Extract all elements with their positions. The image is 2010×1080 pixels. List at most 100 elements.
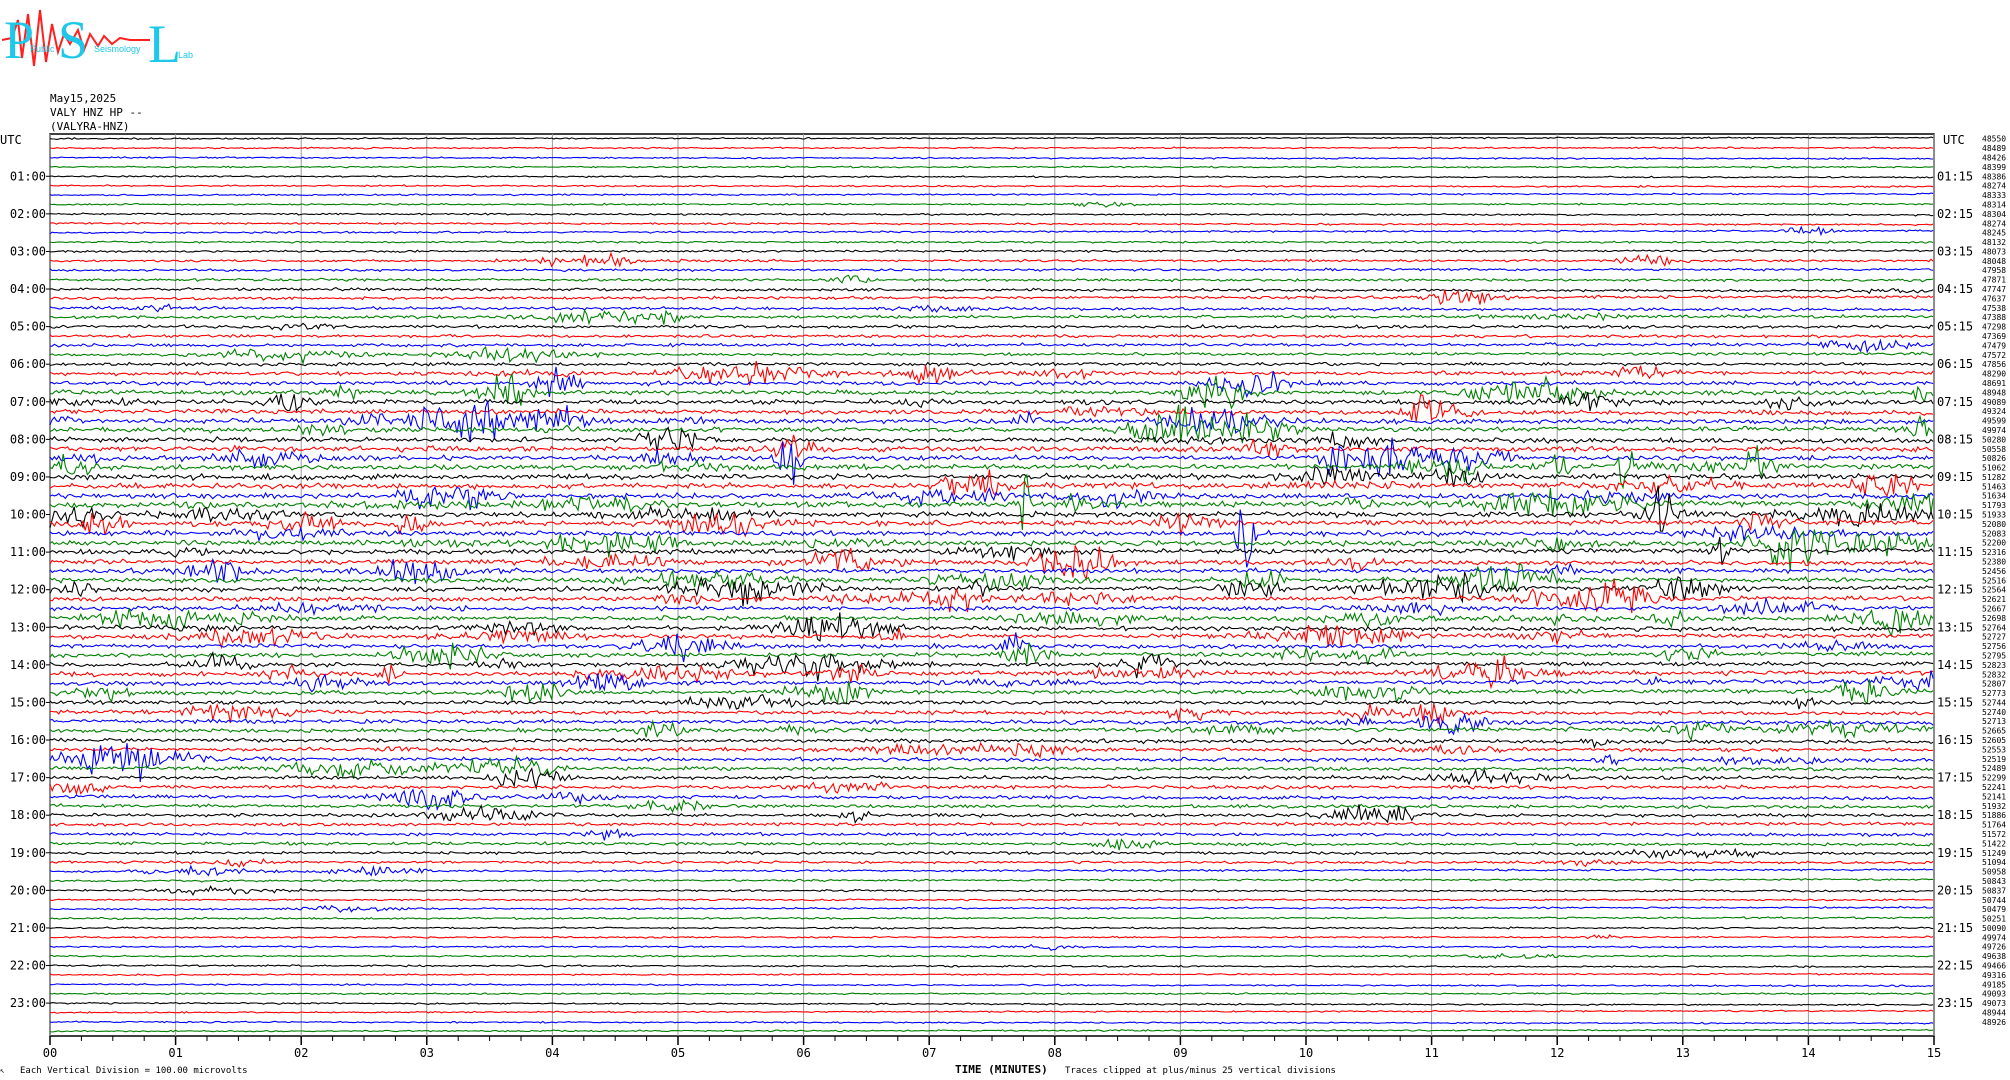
trace-value-label: 52519 (1982, 755, 2006, 764)
trace-value-label: 51463 (1982, 482, 2006, 491)
x-tick-08: 08 (1048, 1046, 1062, 1060)
trace-group (49, 136, 1934, 1033)
trace-value-label: 51933 (1982, 511, 2006, 520)
trace-value-label: 51422 (1982, 839, 2006, 848)
trace-value-label: 52141 (1982, 792, 2006, 801)
trace-value-label: 49599 (1982, 417, 2006, 426)
seismic-trace-13 (49, 251, 1934, 268)
left-hour-label: 21:00 (10, 921, 46, 935)
seismic-trace-2 (49, 156, 1934, 161)
left-hour-label: 10:00 (10, 508, 46, 522)
seismic-trace-87 (49, 952, 1934, 960)
trace-value-label: 52200 (1982, 539, 2006, 548)
trace-value-label: 52764 (1982, 623, 2006, 632)
seismic-trace-93 (49, 1009, 1934, 1014)
left-hour-label: 03:00 (10, 244, 46, 258)
seismic-trace-48 (49, 572, 1934, 607)
trace-value-label: 52083 (1982, 529, 2006, 538)
trace-value-label: 52489 (1982, 764, 2006, 773)
seismic-trace-14 (49, 267, 1934, 273)
trace-value-label: 50479 (1982, 905, 2006, 914)
trace-value-label: 48333 (1982, 191, 2006, 200)
trace-value-label: 52299 (1982, 774, 2006, 783)
trace-value-label: 49324 (1982, 407, 2006, 416)
trace-value-label: 52553 (1982, 745, 2006, 754)
x-tick-11: 11 (1424, 1046, 1438, 1060)
left-hour-label: 11:00 (10, 545, 46, 559)
left-hour-label: 14:00 (10, 658, 46, 672)
seismic-trace-31 (49, 404, 1934, 444)
seismic-trace-92 (49, 1001, 1934, 1007)
trace-value-label: 52727 (1982, 633, 2006, 642)
trace-value-label: 49466 (1982, 962, 2006, 971)
trace-value-label: 48944 (1982, 1009, 2006, 1018)
x-tick-13: 13 (1676, 1046, 1690, 1060)
left-hour-label: 17:00 (10, 771, 46, 785)
seismic-trace-19 (49, 308, 1934, 326)
seismic-trace-56 (49, 651, 1934, 682)
seismic-trace-69 (49, 781, 1934, 796)
seismic-trace-30 (49, 400, 1934, 443)
trace-value-label: 51282 (1982, 473, 2006, 482)
seismic-trace-66 (49, 743, 1934, 782)
trace-value-label: 47369 (1982, 332, 2006, 341)
trace-value-label: 50280 (1982, 435, 2006, 444)
trace-value-label: 48304 (1982, 210, 2006, 219)
seismic-trace-89 (49, 972, 1934, 977)
left-hour-label: 12:00 (10, 583, 46, 597)
seismic-trace-50 (49, 596, 1934, 617)
right-hour-label: 10:15 (1937, 508, 1973, 522)
trace-value-label: 48048 (1982, 257, 2006, 266)
trace-value-label: 49974 (1982, 933, 2006, 942)
seismic-trace-91 (49, 992, 1934, 996)
seismic-trace-4 (49, 175, 1934, 179)
trace-value-label: 47298 (1982, 323, 2006, 332)
trace-value-label: 51062 (1982, 464, 2006, 473)
trace-value-label: 48314 (1982, 200, 2006, 209)
corner-mark: ↖ (0, 1066, 5, 1075)
trace-value-label: 52713 (1982, 717, 2006, 726)
left-hour-label: 01:00 (10, 169, 46, 183)
seismic-trace-21 (49, 333, 1934, 339)
trace-value-label: 50251 (1982, 915, 2006, 924)
left-hour-label: 16:00 (10, 733, 46, 747)
trace-value-label: 52456 (1982, 567, 2006, 576)
x-tick-06: 06 (796, 1046, 810, 1060)
right-hour-label: 06:15 (1937, 357, 1973, 371)
x-tick-03: 03 (420, 1046, 434, 1060)
x-tick-12: 12 (1550, 1046, 1564, 1060)
trace-value-label: 47538 (1982, 304, 2006, 313)
x-axis-label: TIME (MINUTES) (955, 1063, 1048, 1076)
x-tick-02: 02 (294, 1046, 308, 1060)
trace-value-label: 52621 (1982, 595, 2006, 604)
left-hour-labels: 01:00 02:00 03:00 04:00 05:00 06:00 07:00 08:00… (10, 169, 50, 1010)
trace-value-label: 47747 (1982, 285, 2006, 294)
seismic-trace-8 (49, 212, 1934, 217)
seismic-trace-20 (49, 322, 1934, 331)
right-hour-label: 17:15 (1937, 771, 1973, 785)
seismic-trace-68 (49, 767, 1934, 791)
seismic-trace-80 (49, 885, 1934, 897)
right-hour-label: 19:15 (1937, 846, 1973, 860)
left-hour-label: 20:00 (10, 883, 46, 897)
trace-value-label: 48386 (1982, 172, 2006, 181)
trace-value-label: 48550 (1982, 135, 2006, 144)
right-hour-label: 08:15 (1937, 432, 1973, 446)
left-hour-label: 22:00 (10, 959, 46, 973)
trace-value-label: 52807 (1982, 680, 2006, 689)
trace-value-label: 51932 (1982, 802, 2006, 811)
trace-value-label: 52698 (1982, 614, 2006, 623)
x-tick-14: 14 (1801, 1046, 1815, 1060)
left-hour-label: 15:00 (10, 695, 46, 709)
seismic-trace-71 (49, 798, 1934, 814)
right-utc-title: UTC (1943, 133, 1965, 147)
seismic-trace-9 (49, 221, 1934, 227)
seismic-trace-37 (49, 469, 1934, 498)
seismic-trace-23 (49, 345, 1934, 366)
trace-value-label: 48274 (1982, 219, 2006, 228)
trace-value-label: 49638 (1982, 952, 2006, 961)
trace-value-label: 51793 (1982, 501, 2006, 510)
trace-value-label: 48426 (1982, 153, 2006, 162)
seismic-trace-15 (49, 274, 1934, 284)
trace-value-label: 49726 (1982, 943, 2006, 952)
